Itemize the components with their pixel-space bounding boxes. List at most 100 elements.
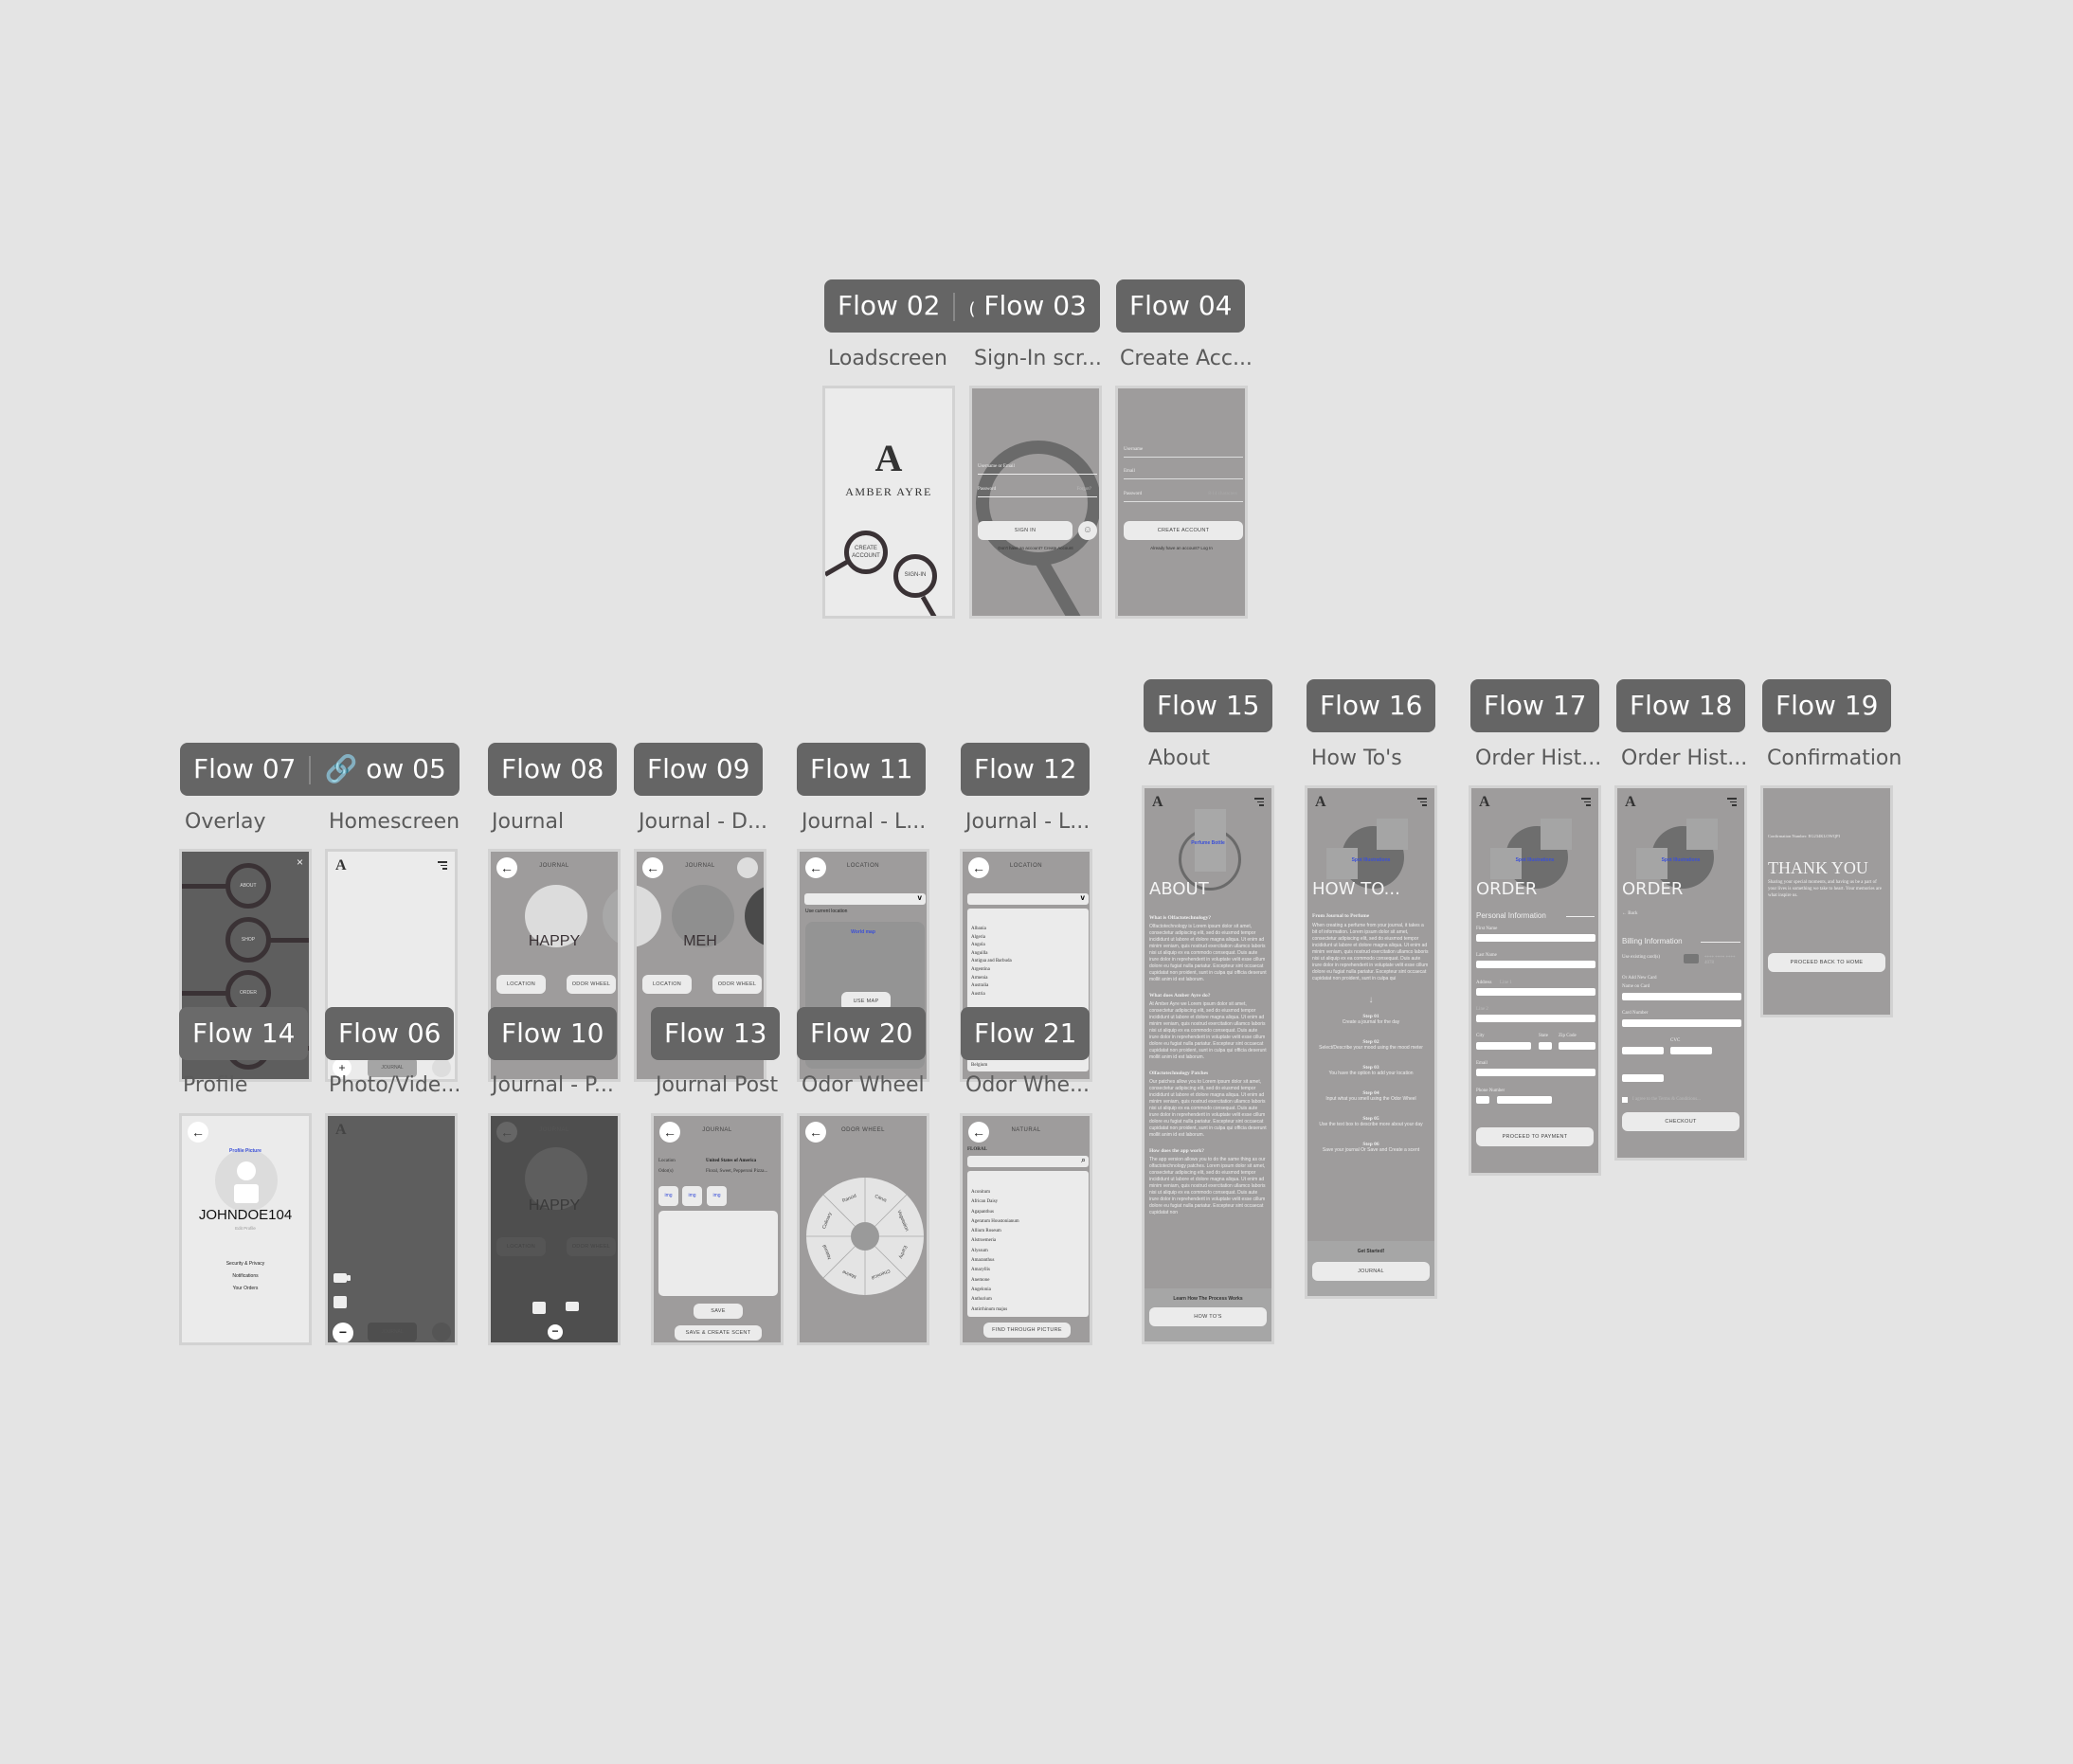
- last-name-input[interactable]: [1476, 961, 1595, 968]
- menu-icon[interactable]: [1581, 798, 1591, 808]
- email-input[interactable]: [1476, 1069, 1595, 1076]
- flow-badge-21[interactable]: Flow 21: [961, 1007, 1091, 1060]
- frame-create-account[interactable]: Username Email Password 8-14 characters …: [1115, 386, 1248, 619]
- search-input[interactable]: ⌕: [967, 1155, 1089, 1167]
- flower-option[interactable]: Ageratum Houstonianum: [971, 1217, 1019, 1227]
- name-on-card-input[interactable]: [1622, 993, 1741, 1000]
- frame-photo-video[interactable]: A − JOURNAL: [325, 1113, 458, 1345]
- flow-badge-09[interactable]: Flow 09: [634, 743, 764, 796]
- wheel-hub[interactable]: [851, 1222, 879, 1251]
- log-in-link[interactable]: Already have an account? Log In: [1118, 546, 1245, 550]
- profile-avatar-icon[interactable]: [432, 1323, 451, 1341]
- back-arrow-icon[interactable]: ←: [188, 1122, 208, 1143]
- address-line2-input[interactable]: [1476, 1015, 1595, 1022]
- flower-option[interactable]: Antirrhinum majus: [971, 1305, 1019, 1315]
- menu-icon[interactable]: [1254, 798, 1264, 808]
- camera-icon[interactable]: [333, 1296, 347, 1308]
- flower-option[interactable]: Allium Roseum: [971, 1227, 1019, 1236]
- flow-badge-16[interactable]: Flow 16: [1307, 679, 1436, 732]
- frame-confirmation[interactable]: Confirmation Number: EG234KLOWQPI THANK …: [1760, 785, 1893, 1017]
- close-icon[interactable]: ×: [297, 855, 303, 869]
- how-tos-button[interactable]: HOW TO'S: [1149, 1307, 1267, 1326]
- credit-card-icon[interactable]: [1684, 954, 1699, 963]
- flower-option[interactable]: African Daisy: [971, 1197, 1019, 1207]
- country-option[interactable]: Algeria: [971, 934, 1012, 943]
- face-id-icon[interactable]: ☺: [1078, 521, 1097, 540]
- flower-option[interactable]: Alstroemeria: [971, 1236, 1019, 1246]
- frame-natural-list[interactable]: ← NATURAL FLORAL ⌕ Aconitum African Daisy…: [960, 1113, 1092, 1345]
- profile-menu-item[interactable]: Your Orders: [182, 1283, 309, 1295]
- password-field[interactable]: [1124, 501, 1243, 502]
- use-current-location-link[interactable]: Use current location: [805, 909, 847, 914]
- odor-wheel-button[interactable]: ODOR WHEEL: [712, 975, 762, 994]
- country-select[interactable]: v: [804, 893, 926, 905]
- profile-menu-item[interactable]: Security & Privacy: [182, 1258, 309, 1270]
- frame-about[interactable]: A Perfume Bottle ABOUT What is Olfactote…: [1142, 785, 1274, 1344]
- save-button[interactable]: SAVE: [694, 1304, 743, 1319]
- card-number-input[interactable]: [1622, 1019, 1741, 1027]
- terms-checkbox[interactable]: [1622, 1097, 1628, 1103]
- frame-profile[interactable]: ← Profile Picture JOHNDOE104 Edit Profil…: [179, 1113, 312, 1345]
- journal-button[interactable]: JOURNAL: [1312, 1262, 1430, 1281]
- username-field[interactable]: [978, 474, 1097, 475]
- frame-journal-photo[interactable]: ← JOURNAL HAPPY LOCATION ODOR WHEEL −: [488, 1113, 621, 1345]
- flow-badge-08[interactable]: Flow 08: [488, 743, 618, 796]
- frame-order-billing[interactable]: A Spot Illustrations ORDER ← Back Billin…: [1614, 785, 1747, 1161]
- location-button[interactable]: LOCATION: [642, 975, 692, 994]
- frame-journal-post[interactable]: ← JOURNAL Location United States of Amer…: [651, 1113, 784, 1345]
- flow-badge-06[interactable]: Flow 06: [325, 1007, 455, 1060]
- country-select[interactable]: v: [967, 893, 1089, 905]
- image-thumbnail[interactable]: img: [707, 1186, 727, 1206]
- country-option[interactable]: Anguilla: [971, 950, 1012, 959]
- phone-area-input[interactable]: [1476, 1096, 1489, 1104]
- frame-how-to[interactable]: A Spot Illustrations HOW TO... From Jour…: [1305, 785, 1437, 1299]
- frame-odor-wheel[interactable]: ← ODOR WHEEL Citrus Vegetation Earthy Chemi…: [797, 1113, 929, 1345]
- flower-option[interactable]: Amaryllis: [971, 1266, 1019, 1275]
- frame-order-personal[interactable]: A Spot Illustrations ORDER Personal Info…: [1469, 785, 1601, 1176]
- create-account-link[interactable]: Don't have an account? Create Account: [972, 546, 1099, 550]
- phone-number-input[interactable]: [1497, 1096, 1552, 1104]
- menu-shop-button[interactable]: SHOP: [225, 917, 271, 963]
- flow-badge-12[interactable]: Flow 12: [961, 743, 1091, 796]
- odor-wheel-button[interactable]: ODOR WHEEL: [567, 975, 616, 994]
- country-option[interactable]: Belgium: [971, 1062, 987, 1071]
- flow-badge-20[interactable]: Flow 20: [797, 1007, 927, 1060]
- flower-list[interactable]: Aconitum African Daisy Agapanthus Ageratum …: [967, 1171, 1089, 1317]
- email-field[interactable]: [1124, 478, 1243, 479]
- find-through-picture-button[interactable]: FIND THROUGH PICTURE: [983, 1323, 1071, 1338]
- proceed-home-button[interactable]: PROCEED BACK TO HOME: [1768, 953, 1885, 972]
- proceed-to-payment-button[interactable]: PROCEED TO PAYMENT: [1476, 1127, 1594, 1146]
- profile-avatar-icon[interactable]: [737, 857, 758, 878]
- country-option[interactable]: Argentina: [971, 966, 1012, 975]
- country-option[interactable]: Armenia: [971, 975, 1012, 983]
- flow-badge-19[interactable]: Flow 19: [1762, 679, 1892, 732]
- flow-badge-15[interactable]: Flow 15: [1144, 679, 1273, 732]
- save-create-scent-button[interactable]: SAVE & CREATE SCENT: [675, 1325, 762, 1341]
- flow-badge-17[interactable]: Flow 17: [1470, 679, 1600, 732]
- flower-option[interactable]: Anemone: [971, 1276, 1019, 1286]
- country-option[interactable]: Angola: [971, 942, 1012, 950]
- flower-option[interactable]: Agapanthus: [971, 1208, 1019, 1217]
- country-option[interactable]: Albania: [971, 926, 1012, 934]
- flow-badge-11[interactable]: Flow 11: [797, 743, 927, 796]
- image-thumbnail[interactable]: img: [682, 1186, 702, 1206]
- forgot-link[interactable]: Forgot?: [1077, 487, 1091, 492]
- video-camera-icon[interactable]: [566, 1302, 579, 1311]
- camera-icon[interactable]: [532, 1302, 546, 1314]
- menu-icon[interactable]: [1727, 798, 1737, 808]
- flow-badge-07-05[interactable]: Flow 07 🔗 ow 05: [180, 743, 460, 796]
- journal-text-area[interactable]: [658, 1211, 778, 1296]
- flow-badge-02-03[interactable]: Flow 02 ( Flow 03: [824, 279, 1100, 333]
- flow-badge-10[interactable]: Flow 10: [488, 1007, 618, 1060]
- flower-option[interactable]: Alyssum: [971, 1247, 1019, 1256]
- odor-wheel-chart[interactable]: CitrusVegetationEarthyChemicalMarineNatu…: [804, 1176, 926, 1297]
- flower-option[interactable]: Amaranthus: [971, 1256, 1019, 1266]
- flow-badge-04[interactable]: Flow 04: [1116, 279, 1246, 333]
- menu-about-button[interactable]: ABOUT: [225, 863, 271, 909]
- create-account-button[interactable]: CREATE ACCOUNT: [1124, 521, 1243, 540]
- menu-icon[interactable]: [1417, 798, 1427, 808]
- sign-in-button[interactable]: SIGN IN: [978, 521, 1073, 540]
- back-link[interactable]: ← Back: [1622, 911, 1638, 916]
- username-field[interactable]: [1124, 457, 1243, 458]
- expiry-input[interactable]: [1622, 1047, 1664, 1054]
